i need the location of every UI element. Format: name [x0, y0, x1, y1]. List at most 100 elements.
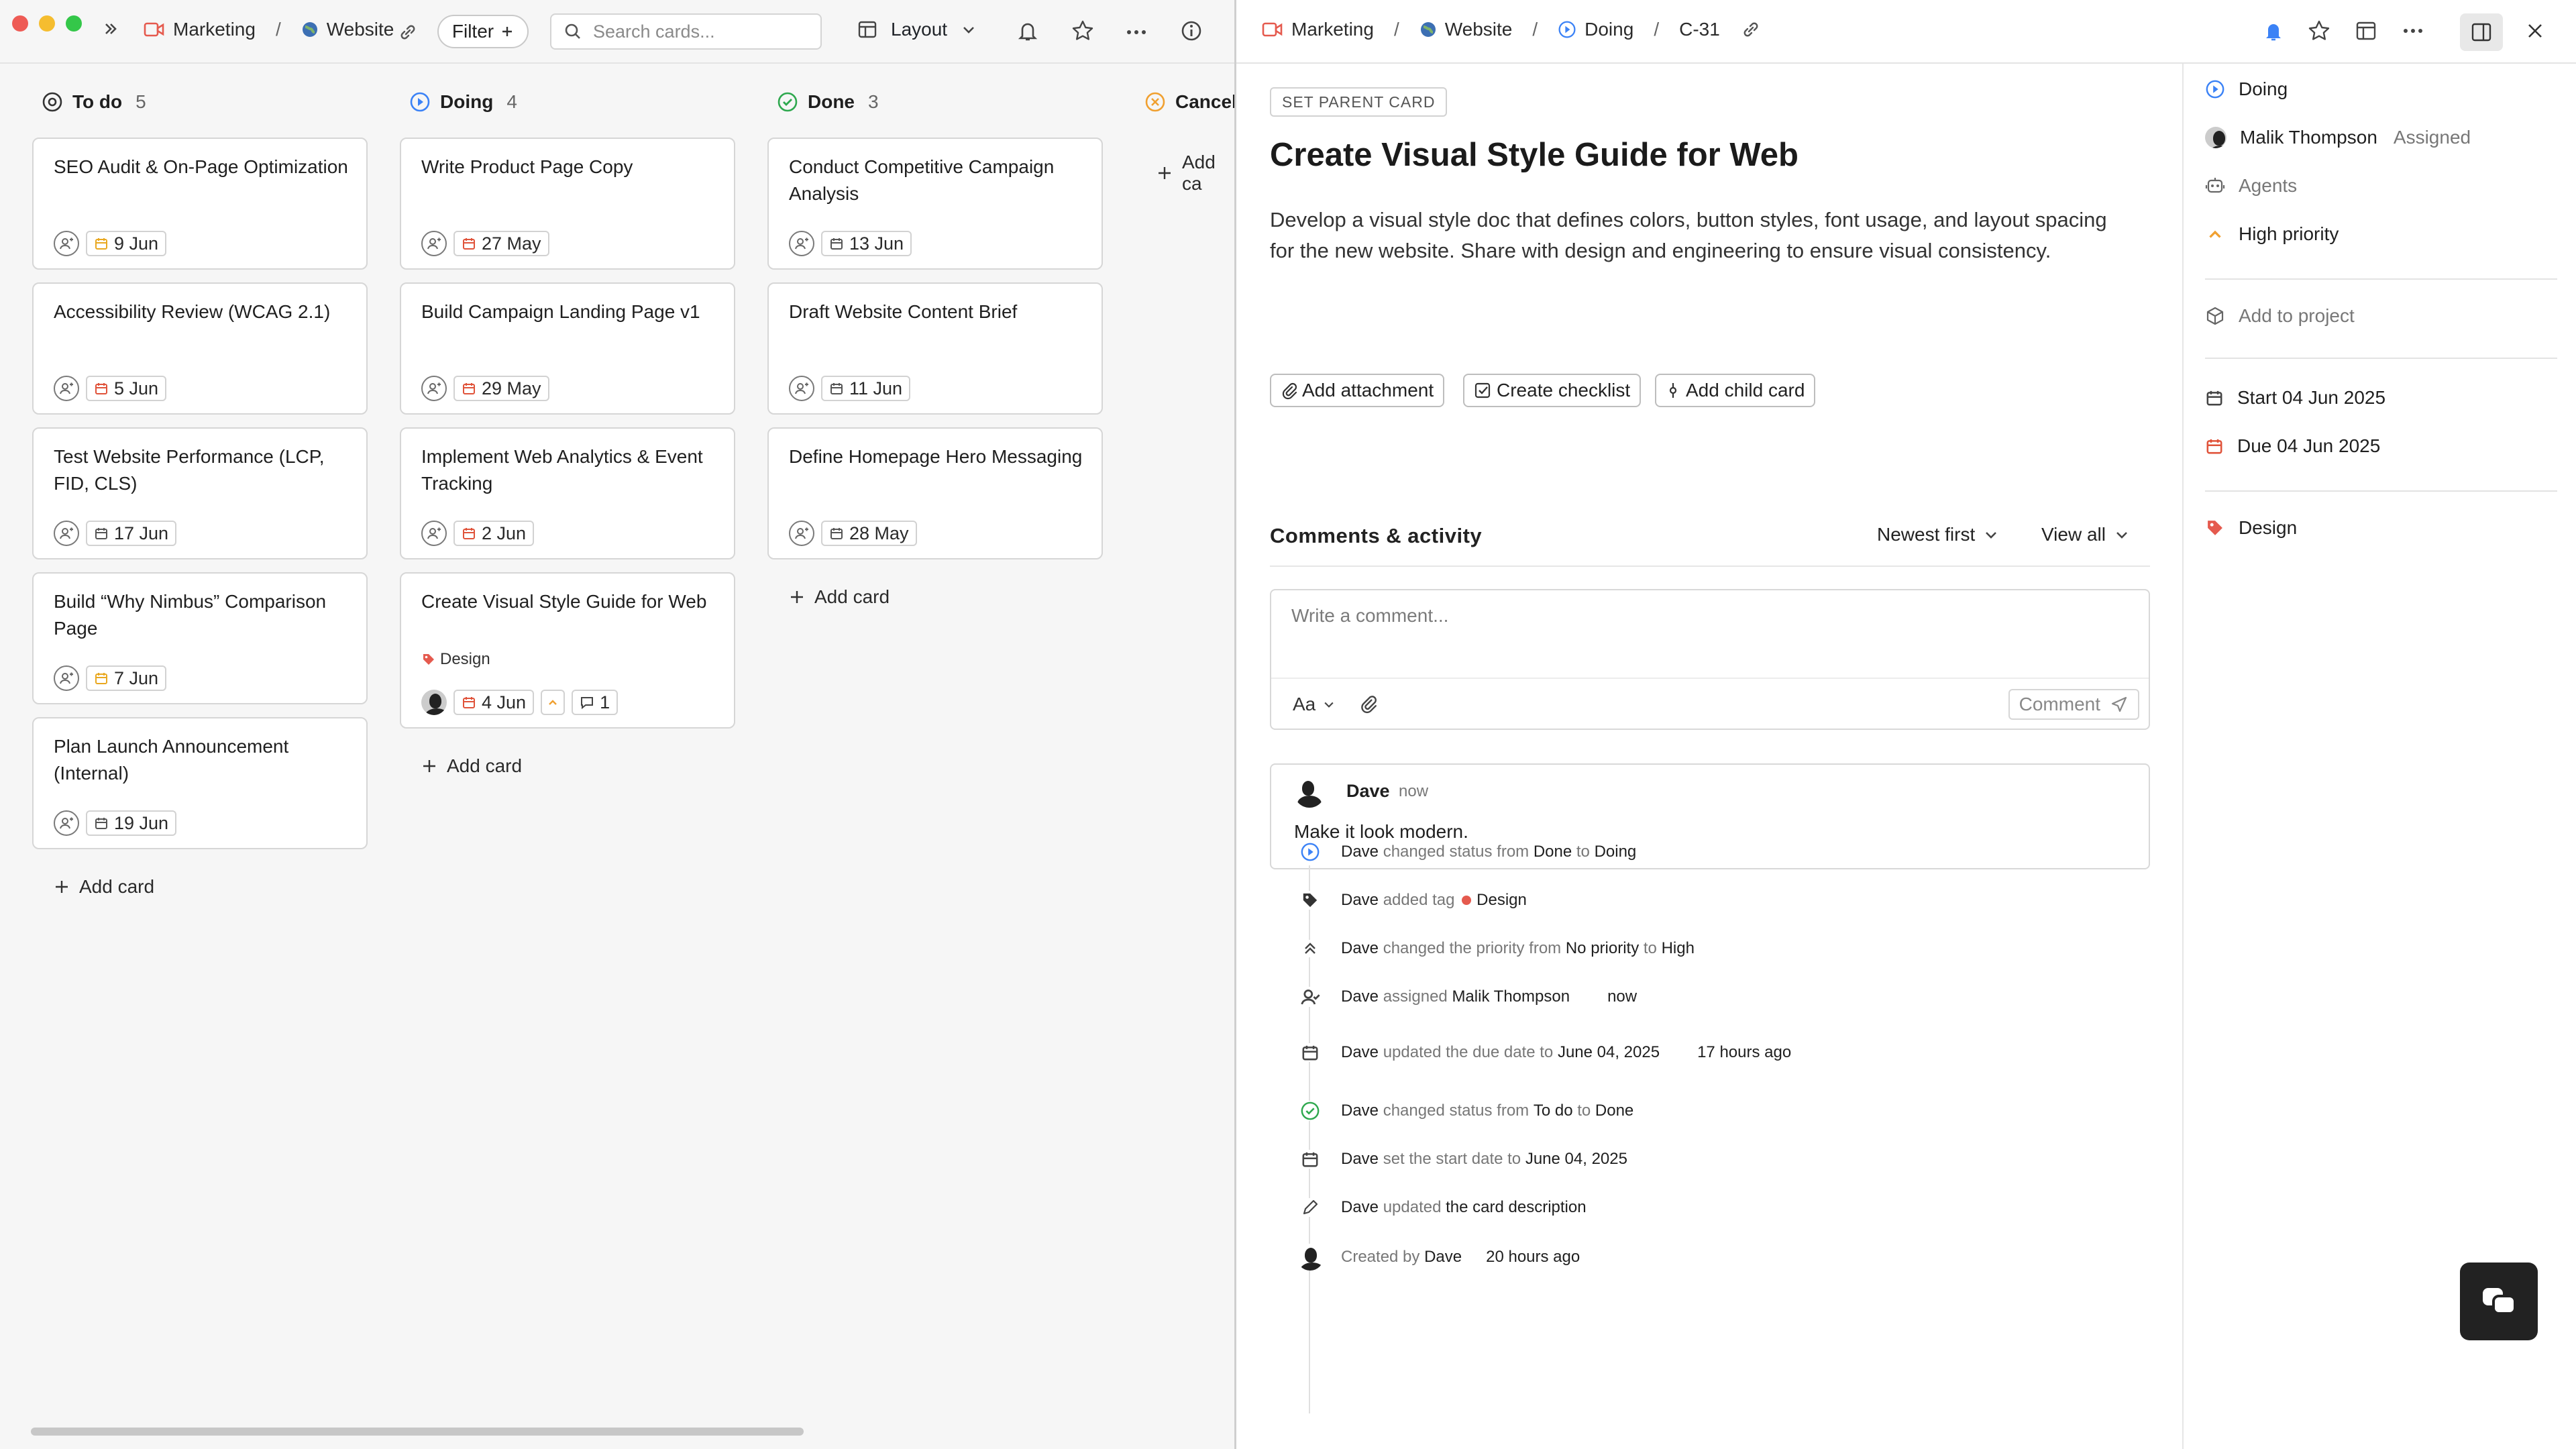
comments-chip[interactable]: 1	[572, 690, 619, 715]
assign-user-icon[interactable]	[789, 231, 814, 256]
activity-actor[interactable]: Dave	[1424, 1248, 1462, 1267]
board-card[interactable]: Build Campaign Landing Page v1 29 May	[400, 282, 735, 415]
layout-icon[interactable]	[2354, 19, 2378, 43]
activity-actor[interactable]: Dave	[1341, 1102, 1379, 1120]
view-filter-dropdown[interactable]: View all	[2041, 524, 2130, 545]
board-card[interactable]: Test Website Performance (LCP, FID, CLS)…	[32, 427, 368, 559]
comment-author[interactable]: Dave	[1346, 781, 1390, 802]
due-date-chip[interactable]: 9 Jun	[86, 231, 167, 256]
board-card[interactable]: Build “Why Nimbus” Comparison Page 7 Jun	[32, 572, 368, 704]
star-icon[interactable]	[1071, 19, 1095, 43]
window-close-dot[interactable]	[12, 15, 28, 32]
activity-actor[interactable]: Dave	[1341, 843, 1379, 861]
start-date-property[interactable]: Start 04 Jun 2025	[2205, 387, 2385, 409]
activity-actor[interactable]: Dave	[1341, 987, 1379, 1006]
board-card[interactable]: SEO Audit & On-Page Optimization 9 Jun	[32, 138, 368, 270]
layout-dropdown[interactable]: Layout	[857, 19, 977, 40]
assign-user-icon[interactable]	[421, 231, 447, 256]
assignee-property[interactable]: Malik Thompson Assigned	[2205, 127, 2471, 148]
add-card-button[interactable]: Add card	[54, 876, 154, 898]
due-date-chip[interactable]: 5 Jun	[86, 376, 167, 401]
board-card-selected[interactable]: Create Visual Style Guide for Web Design…	[400, 572, 735, 729]
window-minimize-dot[interactable]	[39, 15, 55, 32]
activity-actor[interactable]: Dave	[1341, 939, 1379, 958]
status-property[interactable]: Doing	[2205, 78, 2288, 100]
card-description[interactable]: Develop a visual style doc that defines …	[1270, 205, 2108, 266]
breadcrumb-workspace[interactable]: Marketing	[173, 19, 256, 40]
text-format-button[interactable]: Aa	[1293, 694, 1336, 715]
due-date-chip[interactable]: 27 May	[453, 231, 549, 256]
link-icon[interactable]	[397, 21, 419, 43]
due-date-chip[interactable]: 19 Jun	[86, 810, 177, 836]
toggle-sidebar-icon[interactable]	[2460, 13, 2503, 51]
add-attachment-button[interactable]: Add attachment	[1270, 374, 1445, 407]
horizontal-scrollbar[interactable]	[31, 1428, 804, 1436]
due-date-chip[interactable]: 7 Jun	[86, 665, 167, 691]
board-card[interactable]: Define Homepage Hero Messaging 28 May	[767, 427, 1103, 559]
close-icon[interactable]	[2523, 19, 2547, 43]
agents-property[interactable]: Agents	[2205, 175, 2297, 197]
breadcrumb-project[interactable]: Website	[1445, 19, 1513, 40]
board-card[interactable]: Draft Website Content Brief 11 Jun	[767, 282, 1103, 415]
board-card[interactable]: Plan Launch Announcement (Internal) 19 J…	[32, 717, 368, 849]
due-date-chip[interactable]: 29 May	[453, 376, 549, 401]
assign-user-icon[interactable]	[421, 376, 447, 401]
add-child-card-button[interactable]: Add child card	[1655, 374, 1816, 407]
avatar[interactable]	[421, 690, 447, 715]
column-header-doing[interactable]: Doing 4	[409, 89, 517, 115]
assign-user-icon[interactable]	[421, 521, 447, 546]
star-icon[interactable]	[2307, 19, 2331, 43]
column-header-done[interactable]: Done 3	[777, 89, 879, 115]
add-card-button[interactable]: Add ca	[1157, 152, 1234, 195]
expand-sidebar-icon[interactable]	[102, 20, 119, 38]
due-date-chip[interactable]: 13 Jun	[821, 231, 912, 256]
submit-comment-button[interactable]: Comment	[2008, 689, 2139, 720]
activity-actor[interactable]: Dave	[1341, 1150, 1379, 1169]
filter-button[interactable]: Filter	[437, 15, 529, 48]
due-date-chip[interactable]: 28 May	[821, 521, 917, 546]
board-card[interactable]: Implement Web Analytics & Event Tracking…	[400, 427, 735, 559]
set-parent-card-button[interactable]: SET PARENT CARD	[1270, 87, 1448, 117]
add-card-button[interactable]: Add card	[421, 755, 522, 777]
activity-actor[interactable]: Dave	[1341, 891, 1379, 910]
due-date-property[interactable]: Due 04 Jun 2025	[2205, 435, 2380, 457]
activity-actor[interactable]: Dave	[1341, 1043, 1379, 1062]
search-input[interactable]	[593, 21, 808, 42]
info-icon[interactable]	[1179, 19, 1203, 43]
search-field[interactable]	[550, 13, 822, 50]
attach-file-icon[interactable]	[1358, 694, 1377, 714]
bell-icon[interactable]	[1016, 19, 1040, 43]
column-header-cancelled[interactable]: Cancel	[1144, 89, 1234, 115]
board-card[interactable]: Accessibility Review (WCAG 2.1) 5 Jun	[32, 282, 368, 415]
activity-value[interactable]: the card description	[1446, 1198, 1586, 1217]
comment-input[interactable]	[1291, 605, 2130, 665]
breadcrumb-card-id[interactable]: C-31	[1679, 19, 1720, 40]
due-date-chip[interactable]: 2 Jun	[453, 521, 535, 546]
breadcrumb-project[interactable]: Website	[327, 19, 394, 40]
assign-user-icon[interactable]	[54, 231, 79, 256]
due-date-chip[interactable]: 17 Jun	[86, 521, 177, 546]
more-icon[interactable]	[1124, 20, 1148, 44]
breadcrumb-status[interactable]: Doing	[1585, 19, 1633, 40]
add-card-button[interactable]: Add card	[789, 586, 890, 608]
more-icon[interactable]	[2401, 19, 2425, 43]
link-icon[interactable]	[1740, 19, 1762, 40]
card-tag[interactable]: Design	[421, 650, 490, 669]
card-title-heading[interactable]: Create Visual Style Guide for Web	[1270, 136, 1799, 174]
breadcrumb-workspace[interactable]: Marketing	[1291, 19, 1374, 40]
bell-filled-icon[interactable]	[2261, 19, 2286, 43]
assign-user-icon[interactable]	[54, 521, 79, 546]
due-date-chip[interactable]: 4 Jun	[453, 690, 535, 715]
tag-property[interactable]: Design	[2205, 517, 2297, 539]
assign-user-icon[interactable]	[54, 665, 79, 691]
board-card[interactable]: Conduct Competitive Campaign Analysis 13…	[767, 138, 1103, 270]
due-date-chip[interactable]: 11 Jun	[821, 376, 911, 401]
sort-dropdown[interactable]: Newest first	[1877, 524, 1999, 545]
priority-chip[interactable]	[541, 690, 566, 715]
add-to-project-property[interactable]: Add to project	[2205, 305, 2355, 327]
chat-support-button[interactable]	[2460, 1263, 2538, 1340]
assign-user-icon[interactable]	[789, 521, 814, 546]
assign-user-icon[interactable]	[54, 376, 79, 401]
create-checklist-button[interactable]: Create checklist	[1463, 374, 1642, 407]
board-card[interactable]: Write Product Page Copy 27 May	[400, 138, 735, 270]
